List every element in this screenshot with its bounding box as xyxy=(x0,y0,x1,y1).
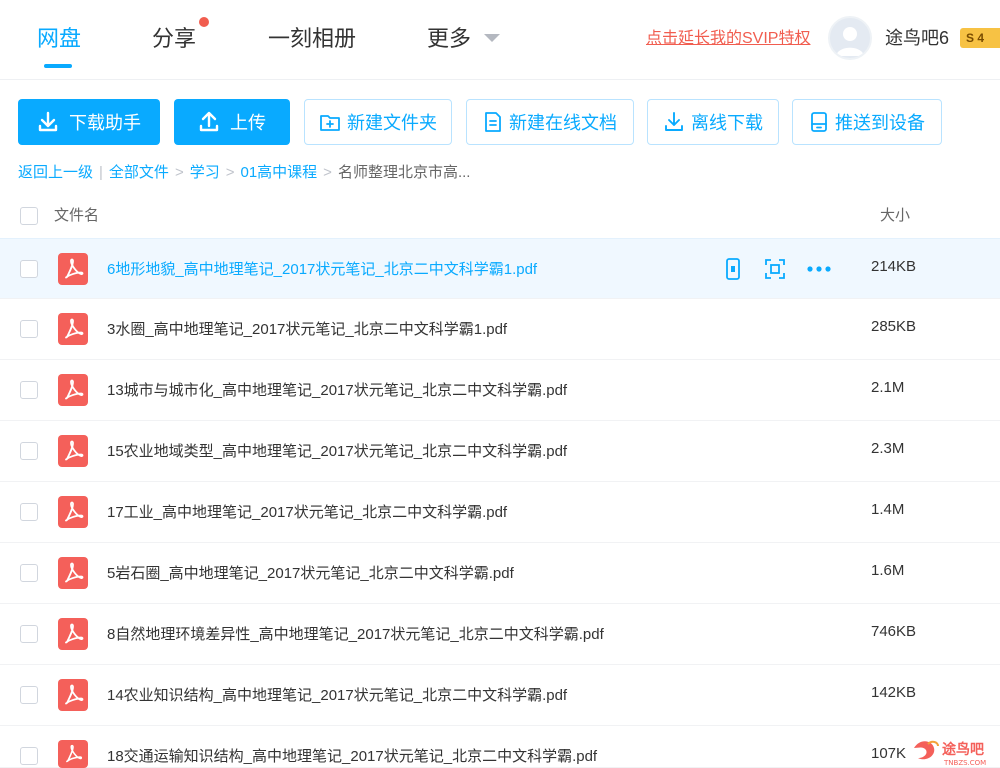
file-name[interactable]: 3水圈_高中地理笔记_2017状元笔记_北京二中文科学霸1.pdf xyxy=(107,318,507,339)
site-watermark: 途鸟吧 TNBZS.COM xyxy=(910,734,1000,768)
more-options-icon[interactable] xyxy=(806,258,832,280)
new-online-doc-label: 新建在线文档 xyxy=(509,113,617,133)
chevron-down-icon[interactable] xyxy=(484,34,500,42)
file-size: 2.1M xyxy=(871,379,905,396)
breadcrumb-divider: | xyxy=(99,164,103,181)
breadcrumb-separator: > xyxy=(174,164,184,181)
file-name[interactable]: 13城市与城市化_高中地理笔记_2017状元笔记_北京二中文科学霸.pdf xyxy=(107,379,567,400)
watermark-text: 途鸟吧 xyxy=(942,741,984,758)
pdf-file-icon xyxy=(58,740,88,768)
table-row[interactable]: 17工业_高中地理笔记_2017状元笔记_北京二中文科学霸.pdf 1.4M xyxy=(0,482,1000,543)
file-size: 214KB xyxy=(871,258,917,275)
table-row[interactable]: 18交通运输知识结构_高中地理笔记_2017状元笔记_北京二中文科学霸.pdf … xyxy=(0,726,1000,768)
pdf-file-icon xyxy=(58,679,88,711)
table-row[interactable]: 15农业地域类型_高中地理笔记_2017状元笔记_北京二中文科学霸.pdf 2.… xyxy=(0,421,1000,482)
row-checkbox[interactable] xyxy=(20,442,38,460)
offline-download-button[interactable]: 离线下载 xyxy=(647,99,779,145)
download-helper-button[interactable]: 下载助手 xyxy=(18,99,160,145)
device-icon xyxy=(811,112,827,132)
row-checkbox[interactable] xyxy=(20,503,38,521)
tab-share[interactable]: 分享 xyxy=(152,24,196,54)
file-size: 107K xyxy=(871,745,907,762)
upload-label: 上传 xyxy=(230,113,266,133)
download-icon xyxy=(38,111,58,132)
file-name[interactable]: 14农业知识结构_高中地理笔记_2017状元笔记_北京二中文科学霸.pdf xyxy=(107,684,567,705)
push-to-device-button[interactable]: 推送到设备 xyxy=(792,99,942,145)
file-size: 1.4M xyxy=(871,501,905,518)
row-checkbox[interactable] xyxy=(20,320,38,338)
file-table-header: 文件名 大小 xyxy=(0,196,1000,238)
upload-icon xyxy=(199,111,219,132)
top-nav-bar: 网盘 分享 一刻相册 更多 点击延长我的SVIP特权 途鸟吧6 S 4 xyxy=(0,0,1000,80)
file-size: 1.6M xyxy=(871,562,905,579)
offline-download-icon xyxy=(665,112,683,131)
file-size: 285KB xyxy=(871,318,917,335)
file-size: 142KB xyxy=(871,684,917,701)
breadcrumb-current: 名师整理北京市高... xyxy=(337,164,471,181)
table-row[interactable]: 8自然地理环境差异性_高中地理笔记_2017状元笔记_北京二中文科学霸.pdf … xyxy=(0,604,1000,665)
table-row[interactable]: 5岩石圈_高中地理笔记_2017状元笔记_北京二中文科学霸.pdf 1.6M xyxy=(0,543,1000,604)
tab-album[interactable]: 一刻相册 xyxy=(268,24,356,54)
breadcrumb-level1[interactable]: 学习 xyxy=(190,162,220,184)
row-checkbox[interactable] xyxy=(20,747,38,765)
svip-renew-link[interactable]: 点击延长我的SVIP特权 xyxy=(646,28,810,50)
pdf-file-icon xyxy=(58,496,88,528)
user-avatar-icon xyxy=(836,27,864,56)
column-header-name[interactable]: 文件名 xyxy=(54,204,99,225)
file-name[interactable]: 6地形地貌_高中地理笔记_2017状元笔记_北京二中文科学霸1.pdf xyxy=(107,258,537,279)
row-checkbox[interactable] xyxy=(20,686,38,704)
avatar[interactable] xyxy=(828,16,872,60)
file-name[interactable]: 18交通运输知识结构_高中地理笔记_2017状元笔记_北京二中文科学霸.pdf xyxy=(107,745,597,766)
pdf-file-icon xyxy=(58,557,88,589)
breadcrumb-separator: > xyxy=(323,164,332,181)
pdf-file-icon xyxy=(58,313,88,345)
select-all-checkbox[interactable] xyxy=(20,207,38,225)
file-name[interactable]: 5岩石圈_高中地理笔记_2017状元笔记_北京二中文科学霸.pdf xyxy=(107,562,514,583)
vip-level-badge: S 4 xyxy=(960,28,1000,48)
file-size: 746KB xyxy=(871,623,917,640)
column-header-size[interactable]: 大小 xyxy=(880,204,910,225)
row-actions xyxy=(722,257,832,281)
watermark-sub: TNBZS.COM xyxy=(943,759,986,767)
table-row[interactable]: 3水圈_高中地理笔记_2017状元笔记_北京二中文科学霸1.pdf 285KB xyxy=(0,299,1000,360)
qr-share-icon[interactable] xyxy=(764,258,786,280)
username[interactable]: 途鸟吧6 xyxy=(885,26,949,50)
table-row[interactable]: 6地形地貌_高中地理笔记_2017状元笔记_北京二中文科学霸1.pdf 214K… xyxy=(0,238,1000,299)
send-to-phone-icon[interactable] xyxy=(722,257,744,281)
push-to-device-label: 推送到设备 xyxy=(835,113,925,133)
pdf-file-icon xyxy=(58,374,88,406)
table-row[interactable]: 14农业知识结构_高中地理笔记_2017状元笔记_北京二中文科学霸.pdf 14… xyxy=(0,665,1000,726)
breadcrumb-separator: > xyxy=(225,164,235,181)
offline-download-label: 离线下载 xyxy=(691,113,763,133)
upload-button[interactable]: 上传 xyxy=(174,99,290,145)
pdf-file-icon xyxy=(58,618,88,650)
new-online-doc-button[interactable]: 新建在线文档 xyxy=(466,99,634,145)
file-name[interactable]: 17工业_高中地理笔记_2017状元笔记_北京二中文科学霸.pdf xyxy=(107,501,507,522)
row-checkbox[interactable] xyxy=(20,260,38,278)
file-name[interactable]: 8自然地理环境差异性_高中地理笔记_2017状元笔记_北京二中文科学霸.pdf xyxy=(107,623,604,644)
new-folder-label: 新建文件夹 xyxy=(347,113,437,133)
new-folder-icon xyxy=(320,115,340,131)
active-tab-indicator xyxy=(44,64,72,68)
pdf-file-icon xyxy=(58,435,88,467)
row-checkbox[interactable] xyxy=(20,381,38,399)
pdf-file-icon xyxy=(58,253,88,285)
tab-more[interactable]: 更多 xyxy=(427,24,471,54)
new-folder-button[interactable]: 新建文件夹 xyxy=(304,99,452,145)
document-icon xyxy=(485,112,501,132)
breadcrumb: 返回上一级 | 全部文件 > 学习 > 01高中课程 > 名师整理北京市高... xyxy=(18,162,470,184)
tab-netdisk[interactable]: 网盘 xyxy=(37,24,81,54)
notification-dot xyxy=(199,17,209,27)
file-size: 2.3M xyxy=(871,440,905,457)
row-checkbox[interactable] xyxy=(20,625,38,643)
download-helper-label: 下载助手 xyxy=(69,113,141,133)
table-row[interactable]: 13城市与城市化_高中地理笔记_2017状元笔记_北京二中文科学霸.pdf 2.… xyxy=(0,360,1000,421)
breadcrumb-level2[interactable]: 01高中课程 xyxy=(240,162,317,184)
row-checkbox[interactable] xyxy=(20,564,38,582)
breadcrumb-all-files[interactable]: 全部文件 xyxy=(109,162,169,184)
bird-logo-icon: 途鸟吧 TNBZS.COM xyxy=(914,740,986,767)
breadcrumb-back[interactable]: 返回上一级 xyxy=(18,162,93,184)
file-name[interactable]: 15农业地域类型_高中地理笔记_2017状元笔记_北京二中文科学霸.pdf xyxy=(107,440,567,461)
